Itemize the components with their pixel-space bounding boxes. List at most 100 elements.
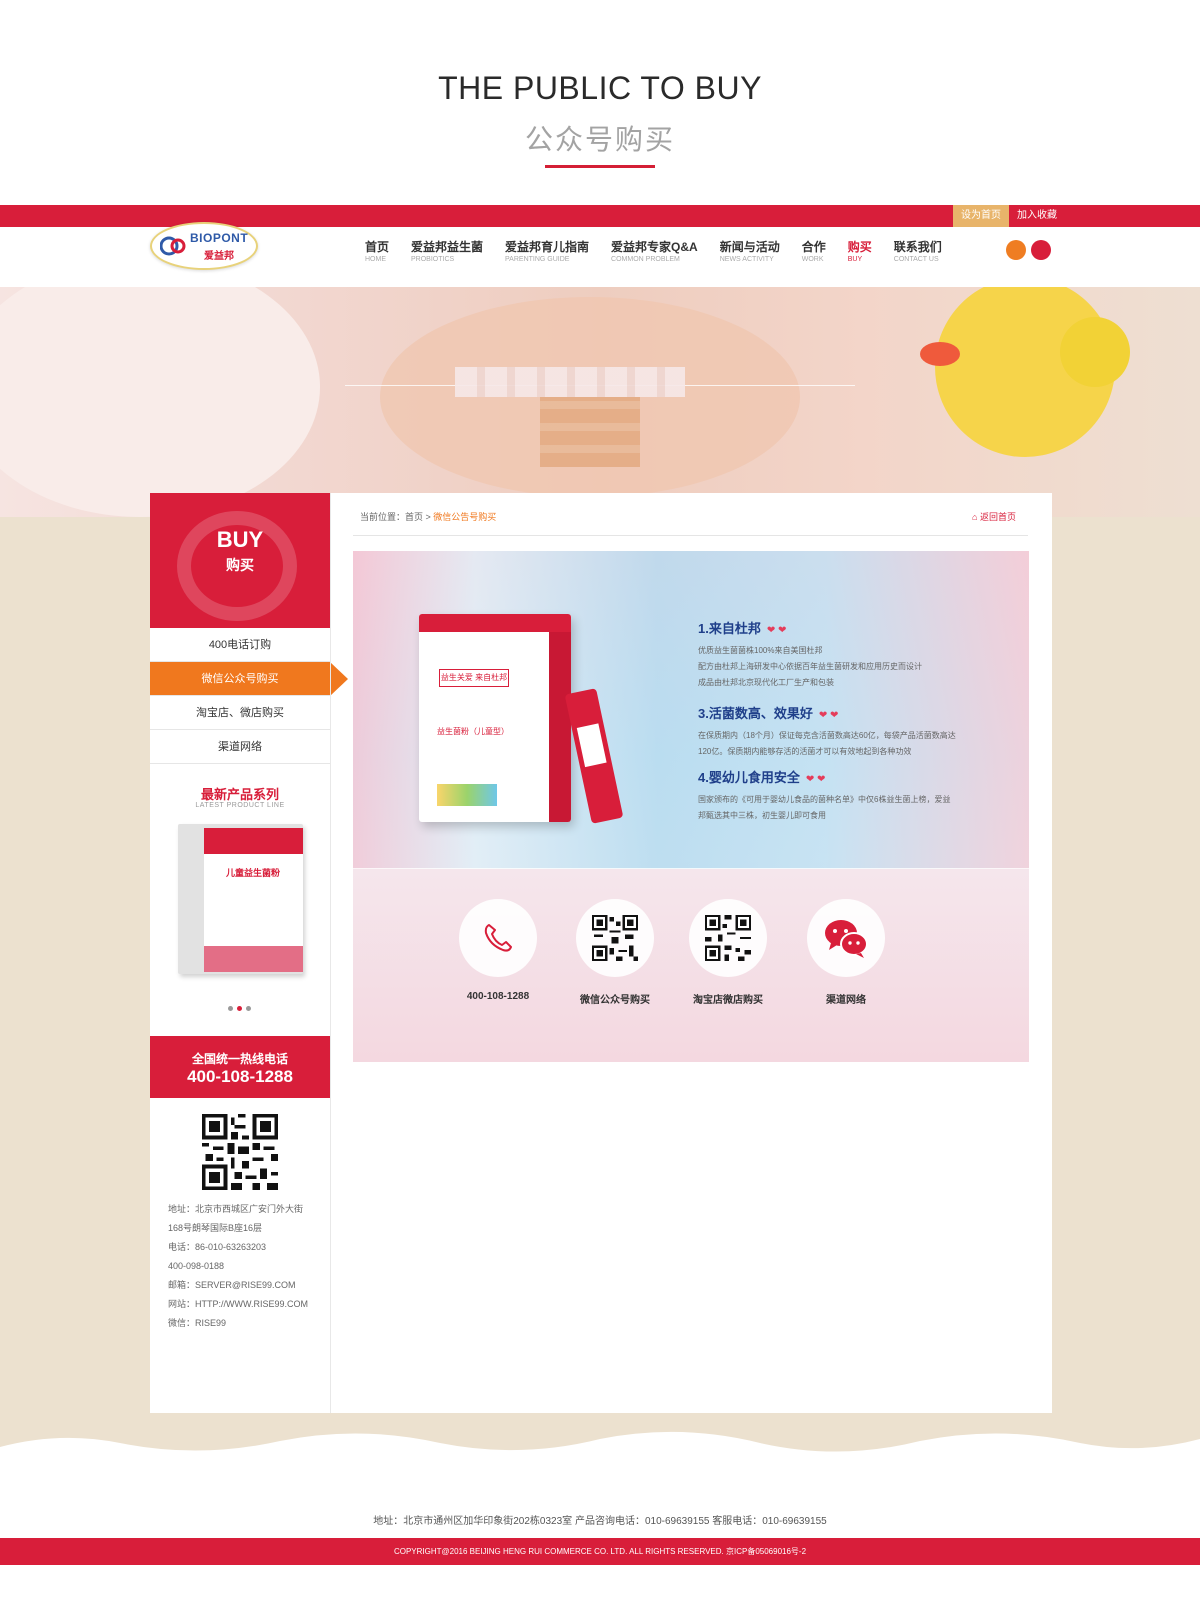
channel-label: 渠道网络	[826, 995, 866, 1006]
channel-icon-circle	[459, 899, 537, 977]
nav-item-parenting[interactable]: 爱益邦育儿指南 PARENTING GUIDE	[505, 240, 589, 264]
sidebar-item-wechat-buy[interactable]: 微信公众号购买	[150, 662, 348, 696]
nav-label-en: WORK	[801, 256, 824, 263]
contact-line: 网站：HTTP://WWW.RISE99.COM	[168, 1299, 309, 1309]
channel-icon-circle	[689, 899, 767, 977]
sidebar-item-phone-order[interactable]: 400电话订购	[150, 628, 330, 662]
nav-label: 爱益邦益生菌	[411, 240, 484, 254]
feature-text: 国家颁布的《可用于婴幼儿食品的菌种名单》中仅6株益生菌上榜，爱益	[698, 795, 951, 804]
feature-title: 1.来自杜邦	[698, 621, 761, 636]
hotline-banner: 全国统一热线电话 400-108-1288	[150, 1036, 330, 1098]
channel-label: 淘宝店微店购买	[693, 995, 763, 1006]
promo-divider	[353, 868, 1029, 869]
channel-phone[interactable]: 400-108-1288	[443, 899, 553, 1002]
product-box-top	[419, 614, 571, 632]
heart-icon: ❤ ❤	[805, 774, 826, 785]
section-intro: THE PUBLIC TO BUY 公众号购买	[0, 0, 1200, 205]
nav-label: 购买	[847, 240, 872, 254]
feature-3: 3.活菌数高、效果好 ❤ ❤ 在保质期内（18个月）保证每克含活菌数高达60亿，每…	[698, 703, 998, 760]
latest-product-image[interactable]: 儿童益生菌粉	[178, 824, 303, 974]
hotline-label: 全国统一热线电话	[191, 1052, 288, 1066]
product-box-side	[549, 632, 571, 822]
channel-icon-circle	[807, 899, 885, 977]
latest-products: 最新产品系列 LATEST PRODUCT LINE 儿童益生菌粉	[150, 776, 330, 1036]
footer-bottom-space	[0, 1565, 1200, 1609]
sidebar-header: BUY 购买	[150, 493, 330, 628]
sidebar-title-cn: 购买	[226, 557, 254, 573]
nav-label: 爱益邦专家Q&A	[611, 240, 698, 254]
feature-text: 邦甄选其中三株，初生婴儿即可食用	[698, 811, 826, 820]
back-home-link[interactable]: ⌂ 返回首页	[972, 510, 1016, 523]
logo-brand: BIOPONT	[190, 231, 249, 245]
wechat-icon[interactable]	[1031, 240, 1051, 260]
carousel-dots	[228, 1006, 255, 1011]
banner-blanket	[0, 287, 320, 517]
breadcrumb-prefix: 当前位置：首页 >	[360, 512, 434, 522]
nav-item-probiotics[interactable]: 爱益邦益生菌 PROBIOTICS	[411, 240, 483, 264]
site-logo[interactable]: BIOPONT 爱益邦	[150, 222, 258, 270]
latest-subtitle: LATEST PRODUCT LINE	[195, 802, 285, 809]
feature-text: 在保质期内（18个月）保证每克含活菌数高达60亿，每袋产品活菌数高达	[698, 731, 956, 740]
carousel-dot-active[interactable]	[237, 1006, 242, 1011]
nav-label-en: NEWS ACTIVITY	[719, 256, 774, 263]
product-box-slogan: 益生关爱 来自杜邦	[439, 669, 509, 687]
nav-label-en: PROBIOTICS	[411, 256, 455, 263]
heart-icon: ❤ ❤	[766, 625, 787, 636]
add-favorite-link[interactable]: 加入收藏	[1009, 205, 1065, 227]
nav-label: 合作	[801, 240, 826, 254]
product-box-face	[204, 828, 303, 972]
nav-label: 首页	[365, 240, 390, 254]
nav-label-en: COMMON PROBLEM	[611, 256, 680, 263]
qr-code-icon	[592, 915, 638, 961]
chat-bubbles-icon	[825, 920, 868, 958]
nav-label-en: PARENTING GUIDE	[505, 256, 570, 263]
channel-wechat[interactable]: 微信公众号购买	[560, 899, 670, 1006]
feature-text: 优质益生菌菌株100%来自美国杜邦	[698, 646, 823, 655]
channel-taobao[interactable]: 淘宝店微店购买	[673, 899, 783, 1006]
sidebar-item-taobao-buy[interactable]: 淘宝店、微店购买	[150, 696, 330, 730]
page-title-cn: 公众号购买	[524, 124, 675, 155]
weibo-icon[interactable]	[1006, 240, 1026, 260]
channel-label: 400-108-1288	[466, 991, 530, 1002]
sidebar-title-en: BUY	[216, 527, 264, 552]
title-underline	[545, 165, 655, 168]
nav-label: 联系我们	[893, 240, 942, 254]
nav-label-en: CONTACT US	[893, 256, 939, 263]
feature-title: 3.活菌数高、效果好	[698, 706, 813, 721]
nav-label: 爱益邦育儿指南	[505, 240, 590, 254]
footer-background	[0, 1470, 1200, 1538]
home-icon: ⌂	[972, 512, 980, 522]
sidebar-item-channels[interactable]: 渠道网络	[150, 730, 330, 764]
logo-brand-cn: 爱益邦	[204, 251, 234, 262]
nav-item-work[interactable]: 合作 WORK	[802, 240, 826, 264]
carousel-dot[interactable]	[228, 1006, 233, 1011]
channel-label: 微信公众号购买	[580, 995, 650, 1006]
product-box-image: 益生关爱 来自杜邦 益生菌粉（儿童型）	[419, 614, 571, 822]
banner-pixelated-object	[540, 397, 640, 467]
set-home-link[interactable]: 设为首页	[953, 205, 1009, 227]
contact-line: 地址：北京市西城区广安门外大街	[168, 1204, 304, 1214]
carousel-dot[interactable]	[246, 1006, 251, 1011]
sidebar-contact-info: 地址：北京市西城区广安门外大街 168号朗琴国际B座16层 电话：86-010-…	[168, 1200, 328, 1333]
breadcrumb-current: 微信公告号购买	[433, 512, 497, 522]
hotline-number: 400-108-1288	[187, 1067, 293, 1086]
promo-panel: 益生关爱 来自杜邦 益生菌粉（儿童型） 1.来自杜邦 ❤ ❤ 优质益生菌菌株100…	[353, 551, 1029, 1062]
banner-pixelated-text	[455, 367, 685, 397]
feature-text: 配方由杜邦上海研发中心依据百年益生菌研发和应用历史而设计	[698, 662, 922, 671]
contact-line: 邮箱：SERVER@RISE99.COM	[168, 1280, 296, 1290]
nav-item-home[interactable]: 首页 HOME	[365, 240, 389, 264]
latest-title: 最新产品系列	[200, 787, 279, 802]
banner-toy-mouth	[920, 342, 960, 366]
product-box-stripe	[437, 784, 497, 806]
logo-mark-icon	[160, 236, 186, 256]
channel-network[interactable]: 渠道网络	[791, 899, 901, 1006]
page-title-en: THE PUBLIC TO BUY	[438, 70, 762, 106]
sidebar-menu: 400电话订购 微信公众号购买 淘宝店、微店购买 渠道网络	[150, 628, 348, 764]
nav-item-contact[interactable]: 联系我们 CONTACT US	[894, 240, 942, 264]
nav-item-buy[interactable]: 购买 BUY	[848, 240, 872, 264]
product-box-name: 益生菌粉（儿童型）	[437, 727, 509, 736]
feature-1: 1.来自杜邦 ❤ ❤ 优质益生菌菌株100%来自美国杜邦 配方由杜邦上海研发中心依…	[698, 618, 998, 691]
nav-label: 新闻与活动	[719, 240, 780, 254]
nav-item-news[interactable]: 新闻与活动 NEWS ACTIVITY	[720, 240, 780, 264]
nav-item-qa[interactable]: 爱益邦专家Q&A COMMON PROBLEM	[611, 240, 698, 264]
